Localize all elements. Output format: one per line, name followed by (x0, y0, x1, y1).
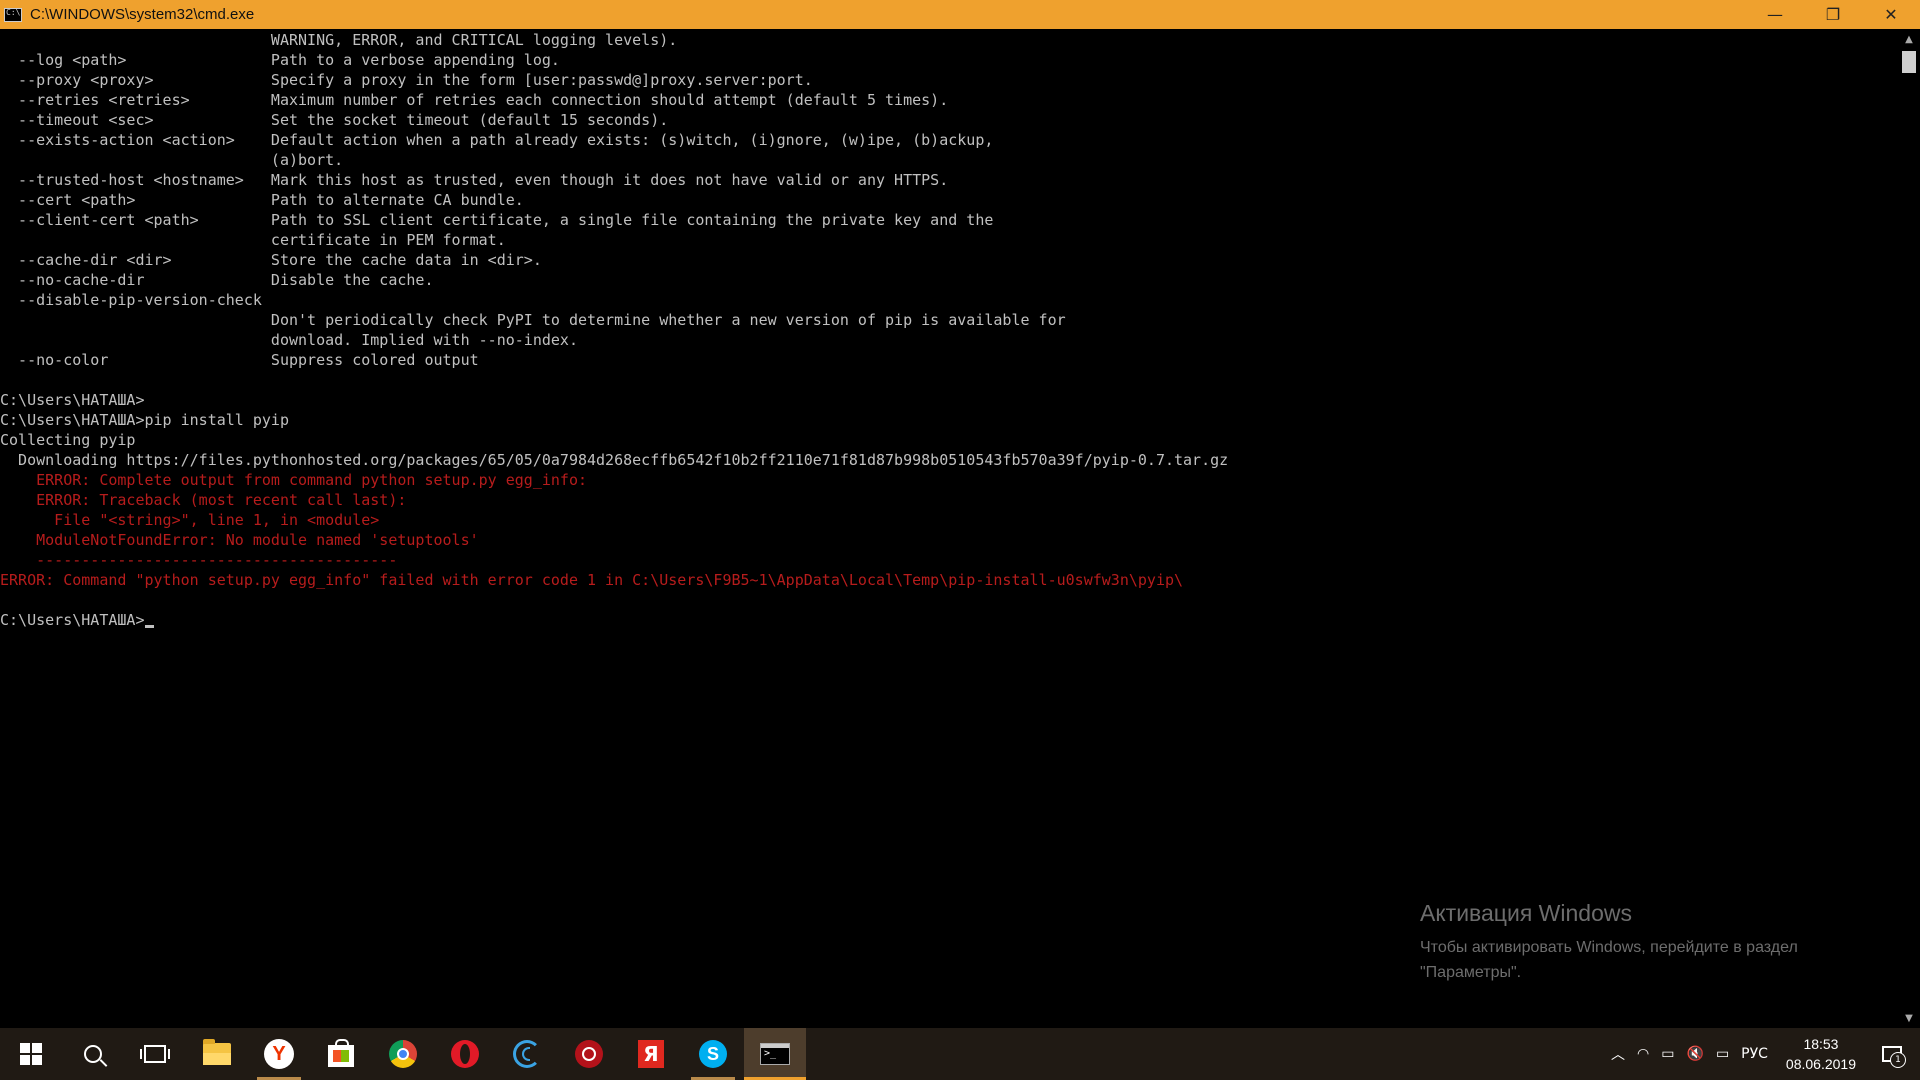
restore-button[interactable]: ❐ (1804, 0, 1862, 29)
battery-icon[interactable]: ▭ (1710, 1028, 1735, 1080)
scrollbar-thumb[interactable] (1902, 51, 1916, 73)
console-line: Collecting pyip (0, 431, 136, 449)
cmd-app-icon[interactable] (4, 7, 22, 22)
taskbar-cmd[interactable] (744, 1028, 806, 1080)
console-error-line: ERROR: Complete output from command pyth… (0, 471, 587, 489)
console-text: WARNING, ERROR, and CRITICAL logging lev… (0, 30, 1228, 630)
console-error-line: ModuleNotFoundError: No module named 'se… (0, 531, 479, 549)
console-error-line: ERROR: Traceback (most recent call last)… (0, 491, 407, 509)
vertical-scrollbar[interactable]: ▲ ▼ (1898, 29, 1920, 1028)
volume-muted-icon[interactable]: 🔇 (1681, 1028, 1710, 1080)
console-line: --log <path> Path to a verbose appending… (0, 51, 560, 69)
console-line: WARNING, ERROR, and CRITICAL logging lev… (0, 31, 678, 49)
console-line: --retries <retries> Maximum number of re… (0, 91, 949, 109)
activation-title: Активация Windows (1420, 900, 1632, 926)
windows-start-icon (20, 1043, 42, 1065)
cmd-icon (760, 1043, 790, 1065)
skype-icon: S (699, 1040, 727, 1068)
task-view-icon (140, 1045, 170, 1063)
console-line: --no-cache-dir Disable the cache. (0, 271, 434, 289)
mcafee-icon (575, 1040, 603, 1068)
console-line: --no-color Suppress colored output (0, 351, 479, 369)
console-line: --exists-action <action> Default action … (0, 131, 994, 149)
wifi-icon[interactable]: ◠ (1631, 1028, 1655, 1080)
task-view-button[interactable] (124, 1028, 186, 1080)
console-line: download. Implied with --no-index. (0, 331, 578, 349)
window-titlebar[interactable]: C:\WINDOWS\system32\cmd.exe — ❐ ✕ (0, 0, 1920, 29)
yandex-browser-icon: Y (264, 1039, 294, 1069)
console-line: certificate in PEM format. (0, 231, 506, 249)
text-cursor (144, 625, 154, 628)
console-line: --trusted-host <hostname> Mark this host… (0, 171, 949, 189)
minimize-button[interactable]: — (1746, 0, 1804, 29)
console-output[interactable]: WARNING, ERROR, and CRITICAL logging lev… (0, 29, 1898, 1028)
ccleaner-icon (513, 1040, 541, 1068)
window-controls: — ❐ ✕ (1746, 0, 1920, 29)
clock[interactable]: 18:53 08.06.2019 (1774, 1028, 1868, 1080)
clock-date: 08.06.2019 (1785, 1056, 1856, 1072)
show-hidden-icons-chevron-icon[interactable]: ︿ (1605, 1028, 1631, 1080)
system-tray: ︿ ◠ ▭ 🔇 ▭ РУС 18:53 08.06.2019 1 (1605, 1028, 1920, 1080)
console-line: C:\Users\НАТАША>pip install pyip (0, 411, 289, 429)
console-prompt: C:\Users\НАТАША> (0, 611, 145, 629)
network-icon[interactable]: ▭ (1655, 1028, 1680, 1080)
close-button[interactable]: ✕ (1862, 0, 1920, 29)
taskbar-file-explorer[interactable] (186, 1028, 248, 1080)
taskbar: Y Я S ︿ ◠ ▭ 🔇 ▭ РУС 18:53 08.06.2019 1 (0, 1028, 1920, 1080)
activation-text: Чтобы активировать Windows, перейдите в … (1420, 939, 1798, 981)
taskbar-mcafee[interactable] (558, 1028, 620, 1080)
scroll-down-arrow-icon[interactable]: ▼ (1898, 1008, 1920, 1028)
console-line: --cert <path> Path to alternate CA bundl… (0, 191, 524, 209)
opera-icon (451, 1040, 479, 1068)
taskbar-yandex-browser[interactable]: Y (248, 1028, 310, 1080)
console-line: Don't periodically check PyPI to determi… (0, 311, 1066, 329)
window-title: C:\WINDOWS\system32\cmd.exe (30, 6, 255, 23)
notification-icon: 1 (1882, 1046, 1906, 1068)
console-line: (a)bort. (0, 151, 344, 169)
action-center-button[interactable]: 1 (1868, 1028, 1920, 1080)
console-line: --cache-dir <dir> Store the cache data i… (0, 251, 542, 269)
console-line: --client-cert <path> Path to SSL client … (0, 211, 994, 229)
console-line: --disable-pip-version-check (0, 291, 262, 309)
language-indicator[interactable]: РУС (1735, 1028, 1774, 1080)
search-button[interactable] (62, 1028, 124, 1080)
console-line: C:\Users\НАТАША> (0, 391, 145, 409)
taskbar-skype[interactable]: S (682, 1028, 744, 1080)
taskbar-opera[interactable] (434, 1028, 496, 1080)
console-prompt-line[interactable]: C:\Users\НАТАША> (0, 610, 1228, 630)
start-button[interactable] (0, 1028, 62, 1080)
chrome-icon (389, 1040, 417, 1068)
console-error-line: ERROR: Command "python setup.py egg_info… (0, 571, 1184, 589)
yandex-icon: Я (638, 1040, 664, 1068)
console-error-line: ---------------------------------------- (0, 551, 398, 569)
scroll-up-arrow-icon[interactable]: ▲ (1898, 29, 1920, 49)
console-line: --proxy <proxy> Specify a proxy in the f… (0, 71, 813, 89)
taskbar-ccleaner[interactable] (496, 1028, 558, 1080)
clock-time: 18:53 (1803, 1036, 1839, 1052)
notification-count-badge: 1 (1890, 1052, 1906, 1068)
taskbar-chrome[interactable] (372, 1028, 434, 1080)
store-icon (328, 1039, 354, 1067)
console-line: --timeout <sec> Set the socket timeout (… (0, 111, 669, 129)
search-icon (84, 1045, 102, 1063)
folder-icon (203, 1039, 231, 1065)
taskbar-yandex[interactable]: Я (620, 1028, 682, 1080)
console-line: Downloading https://files.pythonhosted.o… (0, 451, 1229, 469)
windows-activation-watermark: Активация Windows Чтобы активировать Win… (1420, 900, 1870, 985)
taskbar-store[interactable] (310, 1028, 372, 1080)
console-error-line: File "<string>", line 1, in <module> (0, 511, 380, 529)
